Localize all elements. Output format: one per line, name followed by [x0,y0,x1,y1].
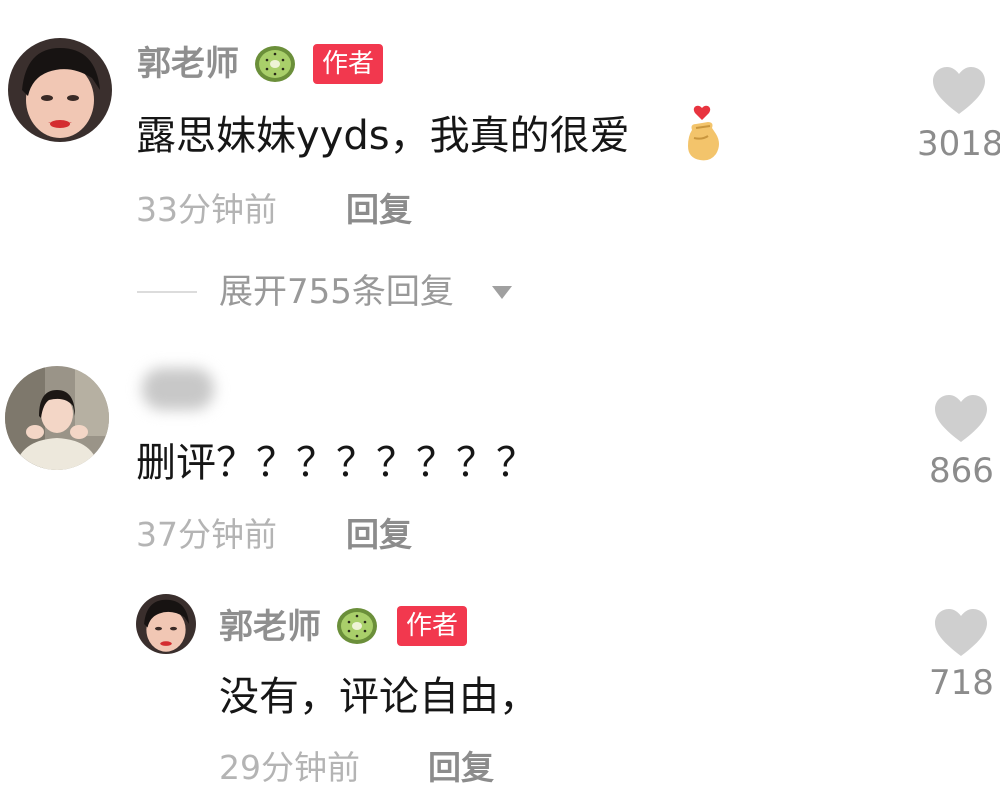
reply-button[interactable]: 回复 [346,193,412,226]
comment-text: 露思妹妹yyds，我真的很爱 [136,113,630,159]
like-count: 866 [929,451,994,491]
heart-icon[interactable] [933,394,989,444]
reply-text: 没有，评论自由， [219,674,539,720]
kiwi-icon [253,44,297,84]
heart-icon[interactable] [933,608,989,658]
reply-username[interactable]: 郭老师 [219,610,321,644]
reply-button[interactable]: 回复 [346,518,412,551]
divider-line [137,291,197,293]
comment-username[interactable]: 郭老师 [137,47,239,81]
avatar-guo[interactable] [8,38,112,142]
username-blurred[interactable] [142,368,214,410]
avatar-guo-small[interactable] [136,594,196,654]
expand-replies-button[interactable]: 展开755条回复 [219,275,454,309]
comment-timestamp: 33分钟前 [136,190,277,229]
comment-timestamp: 37分钟前 [136,515,277,554]
author-badge: 作者 [313,44,384,84]
heart-icon[interactable] [931,66,987,116]
like-count: 3018 [917,124,1000,164]
author-badge: 作者 [397,606,468,646]
kiwi-icon [335,606,379,646]
avatar-user[interactable] [5,366,109,470]
reply-button[interactable]: 回复 [428,751,494,784]
caret-down-icon[interactable] [490,283,514,301]
like-count: 718 [929,663,994,703]
reply-timestamp: 29分钟前 [219,748,360,787]
comment-text: 删评？？？？？？？？ [136,440,536,486]
finger-heart-emoji [682,104,726,164]
